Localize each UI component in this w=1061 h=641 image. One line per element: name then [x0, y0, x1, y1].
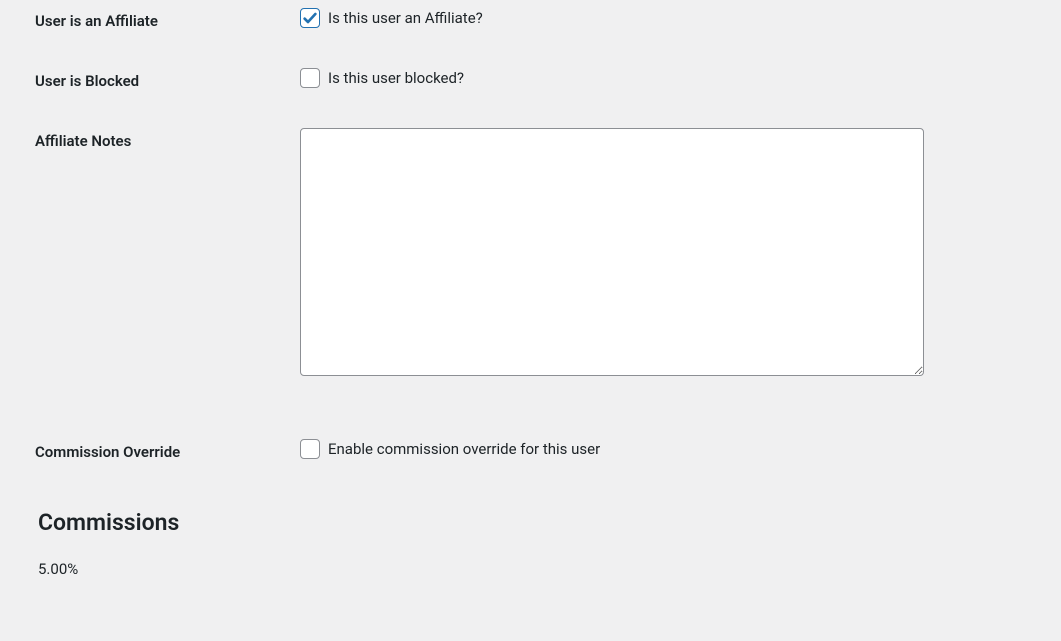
user-is-affiliate-row: User is an Affiliate Is this user an Aff…: [0, 0, 1061, 60]
user-is-blocked-desc: Is this user blocked?: [328, 69, 464, 87]
affiliate-notes-row: Affiliate Notes: [0, 120, 1061, 431]
user-is-blocked-row: User is Blocked Is this user blocked?: [0, 60, 1061, 120]
user-is-blocked-label: User is Blocked: [0, 68, 300, 90]
commission-override-row: Commission Override Enable commission ov…: [0, 431, 1061, 491]
commissions-section: Commissions 5.00%: [0, 491, 1061, 578]
user-is-affiliate-desc: Is this user an Affiliate?: [328, 9, 483, 27]
affiliate-notes-textarea[interactable]: [300, 128, 924, 376]
commission-override-label: Commission Override: [0, 439, 300, 461]
commissions-heading: Commissions: [38, 509, 1061, 536]
commission-override-checkbox[interactable]: [300, 439, 320, 459]
user-is-affiliate-checkbox[interactable]: [300, 8, 320, 28]
commission-override-desc: Enable commission override for this user: [328, 440, 600, 458]
user-is-blocked-checkbox[interactable]: [300, 68, 320, 88]
commissions-value: 5.00%: [38, 560, 1061, 578]
check-icon: [302, 10, 318, 26]
user-is-affiliate-label: User is an Affiliate: [0, 8, 300, 30]
affiliate-notes-label: Affiliate Notes: [0, 128, 300, 150]
